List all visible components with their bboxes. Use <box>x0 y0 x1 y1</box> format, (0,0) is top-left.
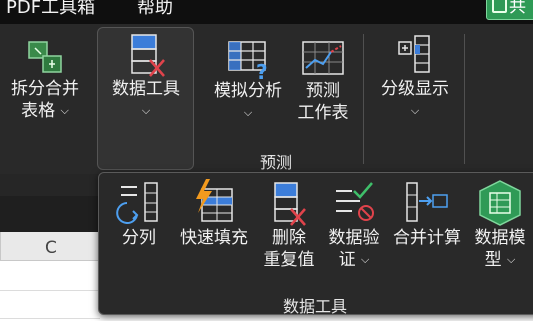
data-tools-popup: 分列 快速填充 删除 重复值 数据验 证 ⌵ 合并计算 数据模 型 ⌵ 数据工具 <box>98 172 533 316</box>
data-model-label-1: 数据模 <box>474 228 526 248</box>
forecast-sheet-icon <box>302 41 344 75</box>
split-merge-label-1: 拆分合并 <box>11 79 79 99</box>
chevron-down-icon: ⌵ <box>141 104 151 117</box>
data-validation-icon <box>336 182 374 221</box>
menu-pdf-toolbox[interactable]: PDF工具箱 <box>6 0 95 19</box>
group-label-forecast: 预测 <box>260 153 293 172</box>
group-label-data-tools: 数据工具 <box>283 297 348 316</box>
forecast-sheet-label-1: 预测 <box>306 81 340 101</box>
data-validation-label-1: 数据验 <box>328 228 380 248</box>
ribbon-separator <box>363 34 364 164</box>
chevron-down-icon: ⌵ <box>410 104 420 117</box>
share-label: 共 <box>509 0 526 17</box>
consolidate-label: 合并计算 <box>393 228 461 248</box>
text-to-columns-label: 分列 <box>122 228 156 248</box>
split-merge-table-button[interactable]: 拆分合并 表格 ⌵ <box>4 38 86 124</box>
consolidate-icon <box>406 182 448 222</box>
menu-help[interactable]: 帮助 <box>137 0 173 19</box>
forecast-sheet-button[interactable]: 预测 工作表 <box>290 38 356 124</box>
remove-duplicates-label-1: 删除 <box>272 228 306 248</box>
remove-duplicates-icon <box>274 182 306 226</box>
outline-button[interactable]: 分级显示 ⌵ <box>372 32 458 124</box>
what-if-analysis-button[interactable]: ? 模拟分析 ⌵ <box>206 38 290 126</box>
remove-duplicates-label-2: 重复值 <box>263 250 315 270</box>
menu-bar: PDF工具箱 帮助 共 <box>0 0 533 24</box>
consolidate-button[interactable]: 合并计算 <box>387 179 467 249</box>
svg-text:?: ? <box>256 60 268 80</box>
data-validation-label-2: 证 <box>338 250 356 270</box>
column-header-c[interactable]: C <box>45 238 57 258</box>
split-merge-table-icon <box>28 41 62 73</box>
share-icon <box>492 0 507 13</box>
outline-icon <box>398 35 430 73</box>
column-divider <box>0 232 1 260</box>
data-tools-icon <box>131 34 165 77</box>
data-model-icon <box>479 180 521 226</box>
split-merge-label-2: 表格 <box>21 101 56 121</box>
what-if-analysis-icon: ? <box>228 41 268 80</box>
chevron-down-icon: ⌵ <box>361 253 370 266</box>
outline-label: 分级显示 <box>381 79 449 99</box>
row-divider <box>0 318 100 319</box>
data-model-label-2: 型 <box>484 250 502 270</box>
data-tools-button[interactable]: 数据工具 ⌵ <box>100 32 192 124</box>
chevron-down-icon: ⌵ <box>60 104 69 117</box>
flash-fill-button[interactable]: 快速填充 <box>175 179 253 249</box>
remove-duplicates-button[interactable]: 删除 重复值 <box>255 179 323 271</box>
data-validation-button[interactable]: 数据验 证 ⌵ <box>323 179 385 273</box>
what-if-label: 模拟分析 <box>214 81 282 101</box>
share-button[interactable]: 共 <box>486 0 533 20</box>
data-model-button[interactable]: 数据模 型 ⌵ <box>469 179 531 273</box>
data-tools-label: 数据工具 <box>112 79 180 99</box>
ribbon-separator <box>464 34 465 164</box>
forecast-sheet-label-2: 工作表 <box>297 103 349 123</box>
chevron-down-icon: ⌵ <box>243 106 253 119</box>
text-to-columns-button[interactable]: 分列 <box>105 179 173 249</box>
flash-fill-label: 快速填充 <box>180 228 248 248</box>
flash-fill-icon <box>196 179 233 222</box>
row-divider <box>0 290 100 291</box>
chevron-down-icon: ⌵ <box>507 253 516 266</box>
text-to-columns-icon <box>116 182 158 224</box>
